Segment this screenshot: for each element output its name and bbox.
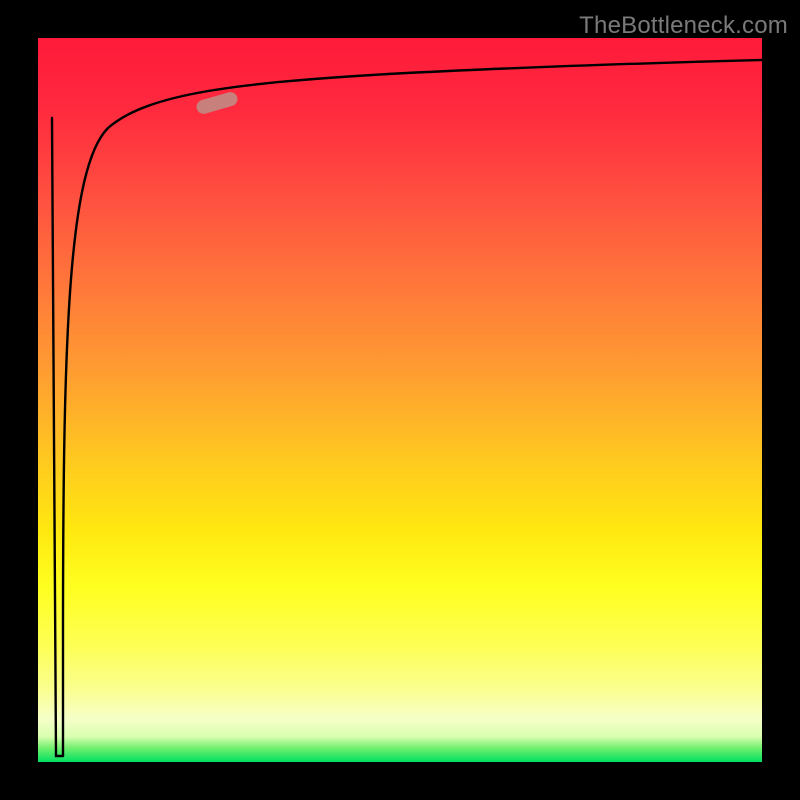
chart-stage: TheBottleneck.com [0,0,800,800]
watermark-text: TheBottleneck.com [579,12,788,40]
plot-background [38,38,762,762]
